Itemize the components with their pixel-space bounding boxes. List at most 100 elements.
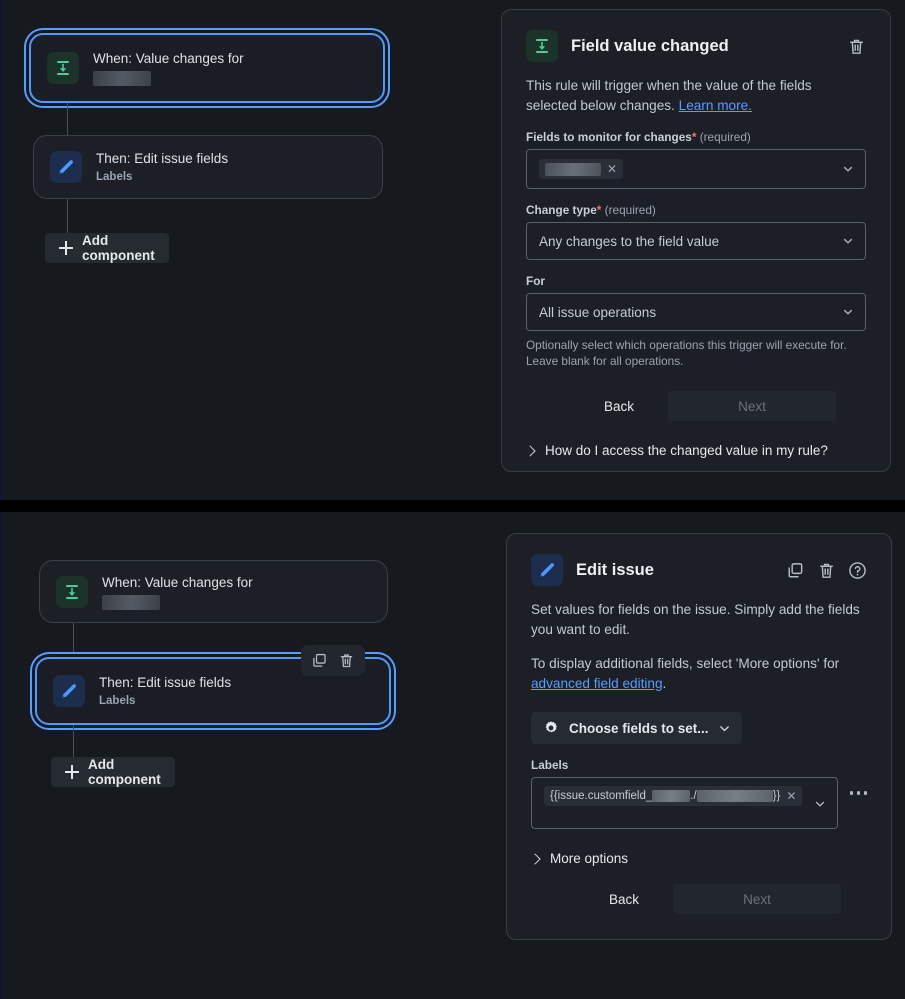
connector-line-2: [67, 199, 68, 233]
field-chip[interactable]: ✕: [539, 159, 623, 179]
panel-actions-trigger: [847, 37, 866, 56]
duplicate-icon[interactable]: [786, 561, 805, 580]
action-description-2: To display additional fields, select 'Mo…: [531, 654, 867, 694]
change-type-select[interactable]: Any changes to the field value: [526, 222, 866, 260]
rule-node-action-text: Then: Edit issue fields Labels: [96, 150, 228, 185]
labels-chip-suffix: }}: [773, 790, 781, 802]
labels-field-row: {{issue.customfield_ ./}} ✕: [531, 777, 867, 829]
fields-to-monitor-label: Fields to monitor for changes* (required…: [526, 130, 866, 144]
node-hover-toolbar: [301, 645, 365, 676]
trigger-description-text: This rule will trigger when the value of…: [526, 78, 812, 113]
field-value-changed-icon: [47, 52, 79, 84]
add-component-label: Add component: [88, 757, 161, 787]
rule-node-trigger-title: When: Value changes for: [102, 574, 253, 592]
rule-node-trigger-text: When: Value changes for: [102, 574, 253, 610]
labels-select[interactable]: {{issue.customfield_ ./}} ✕: [531, 777, 838, 829]
labels-chip-separator: ./: [690, 790, 696, 802]
rule-node-action-text: Then: Edit issue fields Labels: [99, 674, 231, 709]
fields-to-monitor-label-text: Fields to monitor for changes: [526, 130, 692, 144]
action-description-1: Set values for fields on the issue. Simp…: [531, 600, 867, 640]
connector-line-1: [73, 623, 74, 657]
chevron-down-icon: [719, 723, 730, 734]
rule-node-action-title: Then: Edit issue fields: [96, 150, 228, 168]
fields-to-monitor-select[interactable]: ✕: [526, 149, 866, 189]
learn-more-link[interactable]: Learn more.: [679, 98, 752, 113]
labels-chip[interactable]: {{issue.customfield_ ./}} ✕: [544, 786, 802, 806]
plus-icon: [59, 241, 73, 255]
rule-node-trigger-text: When: Value changes for: [93, 50, 244, 86]
delete-icon[interactable]: [847, 37, 866, 56]
more-options-expander[interactable]: More options: [531, 851, 867, 866]
panel-actions-action: [786, 561, 867, 580]
panel-title-trigger: Field value changed: [571, 37, 847, 56]
rule-node-action[interactable]: Then: Edit issue fields Labels: [33, 135, 383, 199]
trigger-description: This rule will trigger when the value of…: [526, 76, 866, 116]
action-detail-panel: Edit issue: [506, 533, 892, 940]
required-star: *: [597, 203, 602, 217]
action-button-row: Back Next: [531, 884, 867, 914]
edit-pencil-icon: [531, 554, 563, 586]
labels-field-label: Labels: [531, 758, 867, 772]
chevron-right-icon: [529, 853, 540, 864]
next-button: Next: [668, 391, 836, 421]
rule-node-trigger[interactable]: When: Value changes for: [29, 33, 385, 103]
delete-icon[interactable]: [817, 561, 836, 580]
panel-title-action: Edit issue: [576, 561, 786, 580]
chevron-right-icon: [524, 445, 535, 456]
advanced-field-editing-link[interactable]: advanced field editing: [531, 676, 663, 691]
chevron-down-icon: [843, 307, 853, 317]
required-star: *: [692, 130, 697, 144]
rule-node-trigger-redacted-field: [93, 71, 151, 86]
connector-line-2: [73, 725, 74, 759]
chevron-down-icon: [815, 799, 825, 809]
for-value: All issue operations: [539, 305, 656, 320]
rule-node-action-title: Then: Edit issue fields: [99, 674, 231, 692]
trigger-detail-panel: Field value changed This rule will trigg…: [501, 9, 891, 472]
for-label: For: [526, 274, 866, 288]
change-type-label-text: Change type: [526, 203, 597, 217]
field-value-changed-icon: [526, 30, 558, 62]
screenshot-bottom-section: When: Value changes for Then: Edit issue…: [0, 512, 905, 999]
fields-required-note: (required): [700, 130, 751, 144]
add-component-label: Add component: [82, 233, 155, 263]
back-button[interactable]: Back: [593, 884, 655, 914]
labels-chip-prefix: {{issue.customfield_: [550, 790, 652, 802]
labels-more-actions-icon[interactable]: [850, 791, 868, 795]
changed-value-help-label: How do I access the changed value in my …: [545, 443, 828, 458]
labels-chip-redacted-name: [697, 790, 773, 802]
change-type-required-note: (required): [605, 203, 656, 217]
rule-node-action-subtitle: Labels: [96, 169, 228, 185]
edit-pencil-icon: [50, 151, 82, 183]
help-icon[interactable]: [848, 561, 867, 580]
choose-fields-button[interactable]: Choose fields to set...: [531, 712, 742, 744]
change-type-label: Change type* (required): [526, 203, 866, 217]
add-component-button-bottom[interactable]: Add component: [51, 757, 175, 787]
action-description-2-post: .: [663, 676, 667, 691]
screenshot-top-section: When: Value changes for Then: Edit issue…: [0, 0, 905, 500]
change-type-value: Any changes to the field value: [539, 234, 719, 249]
rule-node-trigger[interactable]: When: Value changes for: [39, 560, 388, 623]
connector-line-1: [67, 103, 68, 135]
for-select[interactable]: All issue operations: [526, 293, 866, 331]
duplicate-icon[interactable]: [311, 652, 328, 669]
field-chip-redacted-value: [545, 163, 601, 176]
more-options-label: More options: [550, 851, 628, 866]
labels-chip-redacted-id: [652, 790, 690, 802]
changed-value-help-expander[interactable]: How do I access the changed value in my …: [526, 443, 866, 458]
for-helper-text: Optionally select which operations this …: [526, 337, 866, 369]
field-value-changed-icon: [56, 576, 88, 608]
rule-node-trigger-title: When: Value changes for: [93, 50, 244, 68]
choose-fields-label: Choose fields to set...: [569, 721, 709, 736]
rule-node-trigger-redacted-field: [102, 595, 160, 610]
gear-icon: [543, 720, 559, 736]
back-button[interactable]: Back: [588, 391, 650, 421]
next-button: Next: [673, 884, 841, 914]
field-chip-remove-icon[interactable]: ✕: [601, 162, 623, 176]
chevron-down-icon: [843, 164, 853, 174]
chevron-down-icon: [843, 236, 853, 246]
add-component-button-top[interactable]: Add component: [45, 233, 169, 263]
labels-chip-remove-icon[interactable]: ✕: [780, 789, 802, 803]
trigger-button-row: Back Next: [526, 391, 866, 421]
delete-icon[interactable]: [338, 652, 355, 669]
edit-pencil-icon: [53, 675, 85, 707]
